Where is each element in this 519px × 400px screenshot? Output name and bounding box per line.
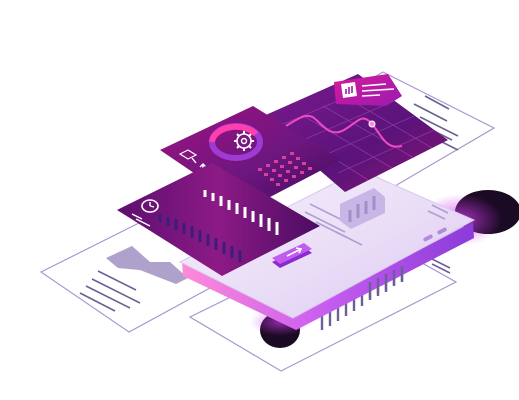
illustration-scene bbox=[0, 0, 519, 400]
line-chart-point bbox=[368, 120, 376, 128]
isometric-dashboard-illustration bbox=[39, 71, 519, 372]
